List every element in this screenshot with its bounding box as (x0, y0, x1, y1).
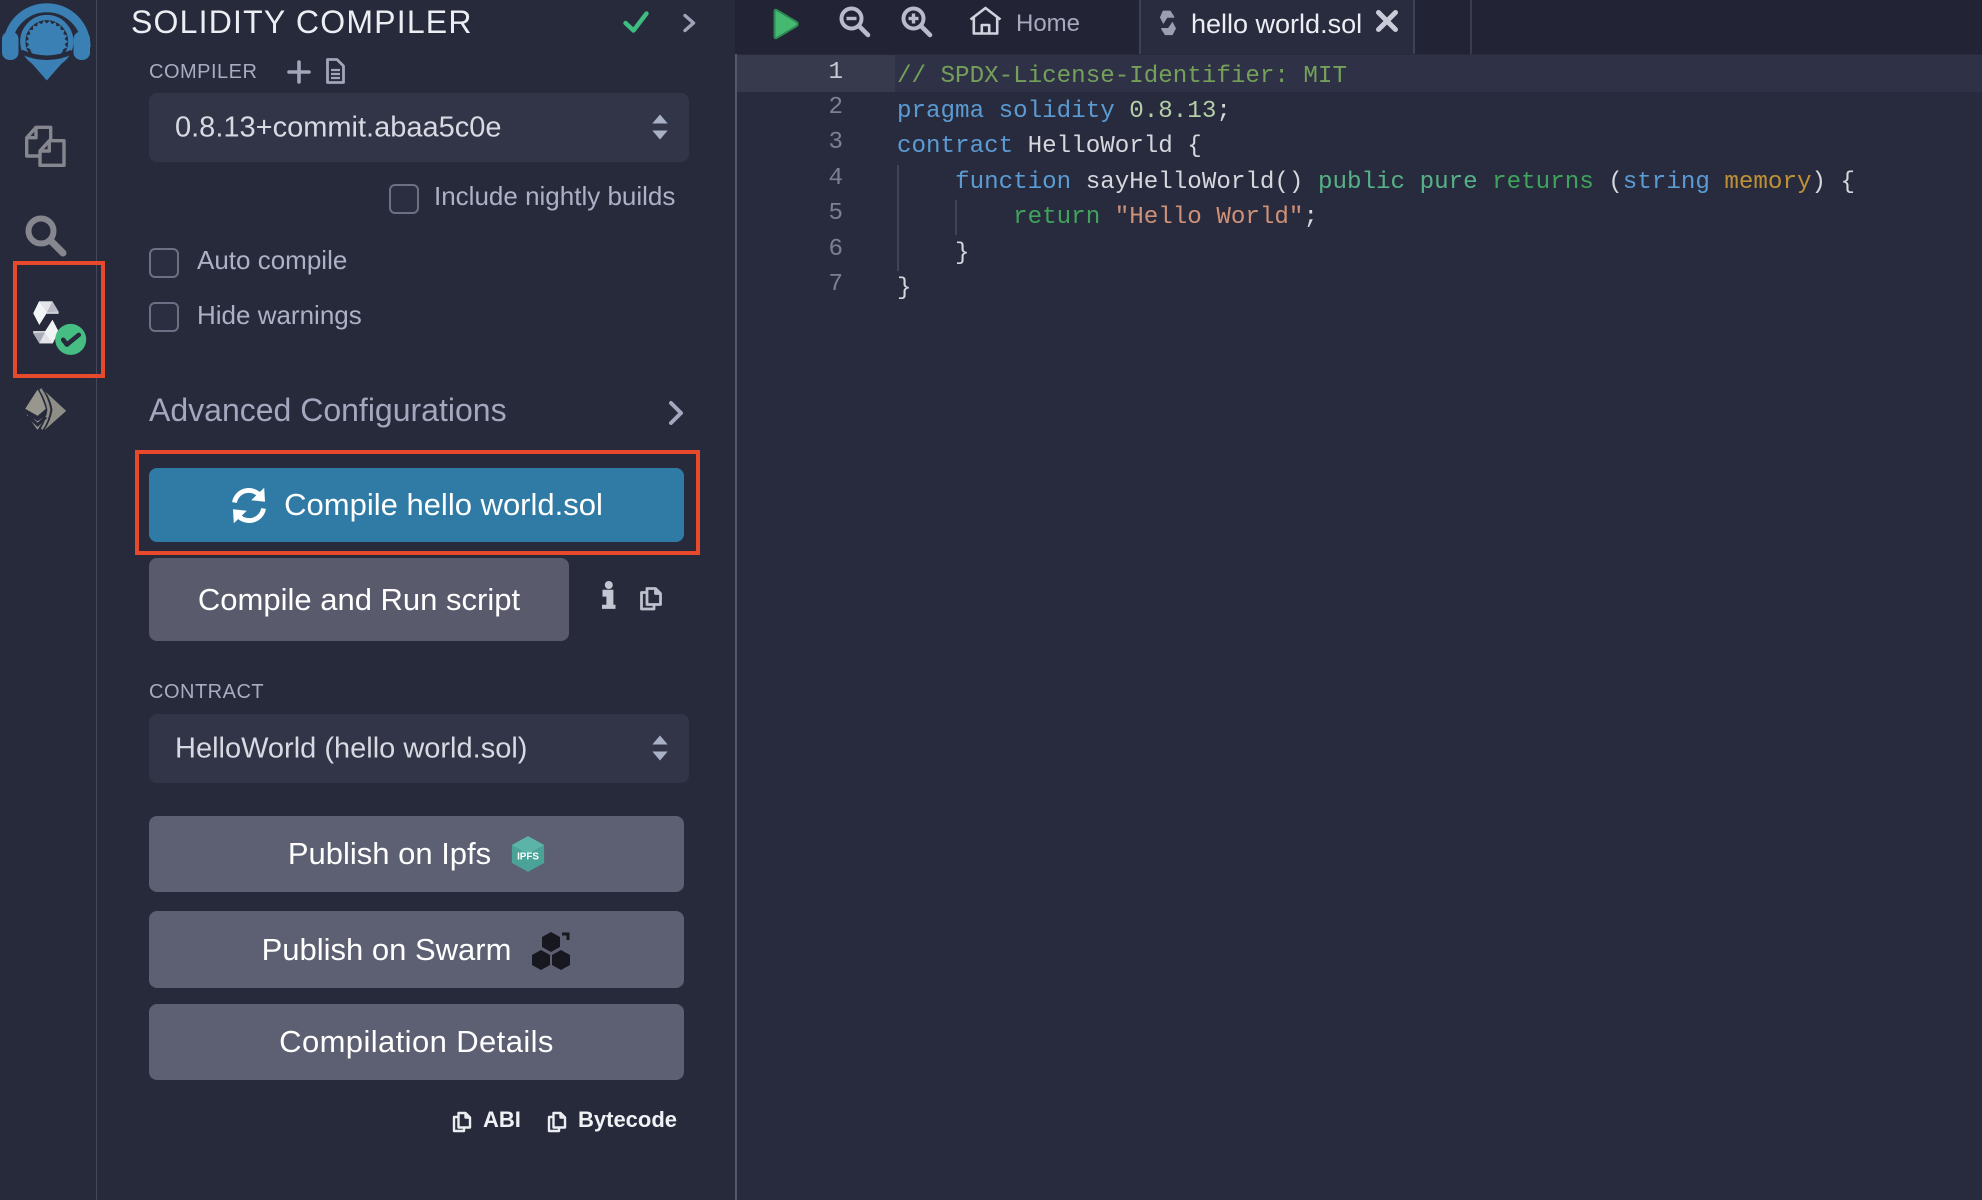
svg-text:IPFS: IPFS (517, 851, 539, 862)
